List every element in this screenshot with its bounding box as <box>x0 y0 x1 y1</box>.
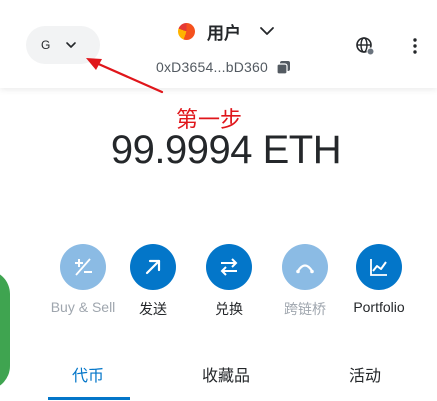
eth-balance: 99.9994 ETH <box>110 128 342 172</box>
tab-activity[interactable]: 活动 <box>349 362 381 386</box>
chart-icon <box>370 259 387 276</box>
send-button[interactable]: 发送 <box>113 244 193 319</box>
asset-tabs: 代币 收藏品 活动 <box>0 356 437 401</box>
account-selector-button[interactable]: 用户 <box>178 19 275 43</box>
swap-circle <box>206 244 252 290</box>
bridge-circle <box>282 244 328 290</box>
bridge-label: 跨链桥 <box>284 301 326 317</box>
send-label: 发送 <box>139 301 167 317</box>
buy-sell-circle <box>60 244 106 290</box>
send-arrow-icon <box>145 259 161 275</box>
network-letter: G <box>41 38 51 52</box>
tab-tokens[interactable]: 代币 <box>72 362 104 386</box>
account-name: 用户 <box>207 23 241 43</box>
plus-minus-icon <box>75 258 92 276</box>
copy-icon[interactable] <box>276 60 291 75</box>
swap-button[interactable]: 兑换 <box>189 244 269 319</box>
portfolio-button[interactable]: Portfolio <box>339 244 419 315</box>
annotation-step-label: 第一步 <box>176 108 243 133</box>
buy-sell-label: Buy & Sell <box>50 299 116 315</box>
portfolio-circle <box>356 244 402 290</box>
app-header: G 用户 0xD3654...bD360 <box>0 0 437 88</box>
account-avatar <box>178 22 195 40</box>
swap-icon <box>220 258 238 276</box>
account-address: 0xD3654...bD360 <box>156 57 291 77</box>
portfolio-label: Portfolio <box>353 299 405 315</box>
chevron-down-icon <box>66 42 76 48</box>
chevron-down-icon <box>260 27 274 35</box>
tab-collectibles[interactable]: 收藏品 <box>202 362 250 386</box>
address-text: 0xD3654...bD360 <box>156 59 268 75</box>
globe-icon[interactable] <box>355 36 375 56</box>
kebab-menu-icon[interactable] <box>409 37 421 55</box>
send-circle <box>130 244 176 290</box>
bridge-icon <box>296 264 314 274</box>
active-tab-indicator <box>48 397 130 400</box>
annotation-arrow <box>86 58 164 94</box>
buy-sell-button[interactable]: Buy & Sell <box>43 244 123 315</box>
swap-label: 兑换 <box>215 301 243 317</box>
bridge-button[interactable]: 跨链桥 <box>265 244 345 319</box>
